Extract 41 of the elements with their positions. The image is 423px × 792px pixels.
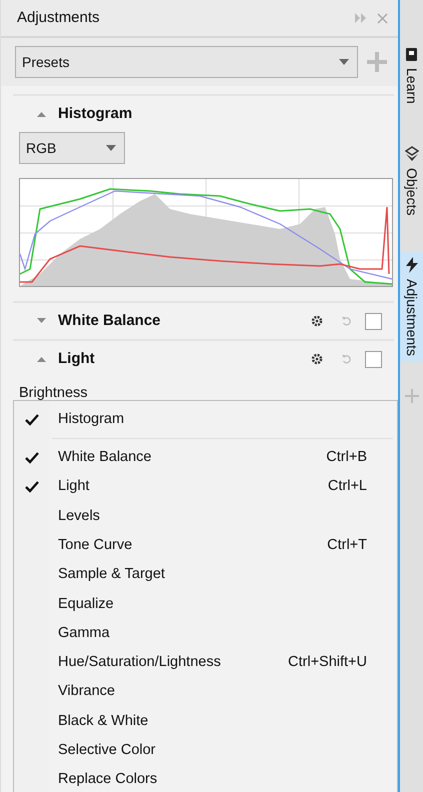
collapse-icon[interactable] [37,356,46,362]
panel-title: Adjustments [17,8,101,28]
menu-item[interactable]: Black & White [14,706,397,736]
menu-item[interactable]: Gamma [14,619,397,648]
menu-item[interactable]: Vibrance [14,678,397,707]
section-title: White Balance [58,310,162,331]
layers-icon [404,146,418,162]
collapse-icon[interactable] [37,111,46,117]
section-title: Light [58,348,96,369]
expand-icon[interactable] [37,318,46,324]
side-tab[interactable]: Learn [400,40,423,110]
undo-icon[interactable] [341,354,351,364]
gear-icon[interactable] [311,353,323,365]
gear-icon[interactable] [311,315,323,327]
checkbox[interactable] [365,350,382,368]
add-icon[interactable] [404,388,420,404]
dock-icon[interactable] [355,13,367,23]
menu-item[interactable]: Histogram [14,405,397,434]
caret-icon [106,145,116,151]
undo-icon[interactable] [341,316,351,326]
presets-dropdown[interactable]: Presets [15,46,358,78]
section-title: Histogram [58,104,134,124]
side-tab[interactable]: Adjustments [400,251,423,362]
checkbox[interactable] [365,312,382,330]
menu-item[interactable]: White Balance Ctrl+B [14,443,397,473]
menu-item[interactable]: Hue/Saturation/Lightness Ctrl+Shift+U [14,648,397,678]
add-icon[interactable] [366,51,388,73]
caret-icon [339,59,349,65]
channel-dropdown[interactable]: RGB [19,132,125,164]
menu-item[interactable]: Selective Color [14,736,397,766]
bolt-icon [404,257,418,274]
book-icon [404,46,418,62]
side-tab[interactable]: Objects [400,140,423,222]
menu-item[interactable]: Replace Colors [14,766,397,792]
menu-item[interactable]: Light Ctrl+L [14,472,397,502]
menu-item[interactable]: Tone Curve Ctrl+T [14,531,397,560]
menu-item[interactable]: Sample & Target [14,560,397,590]
field-label: Brightness [18,384,88,403]
menu-item[interactable]: Equalize [14,590,397,620]
menu-item[interactable]: Levels [14,502,397,532]
close-icon[interactable] [377,12,388,24]
